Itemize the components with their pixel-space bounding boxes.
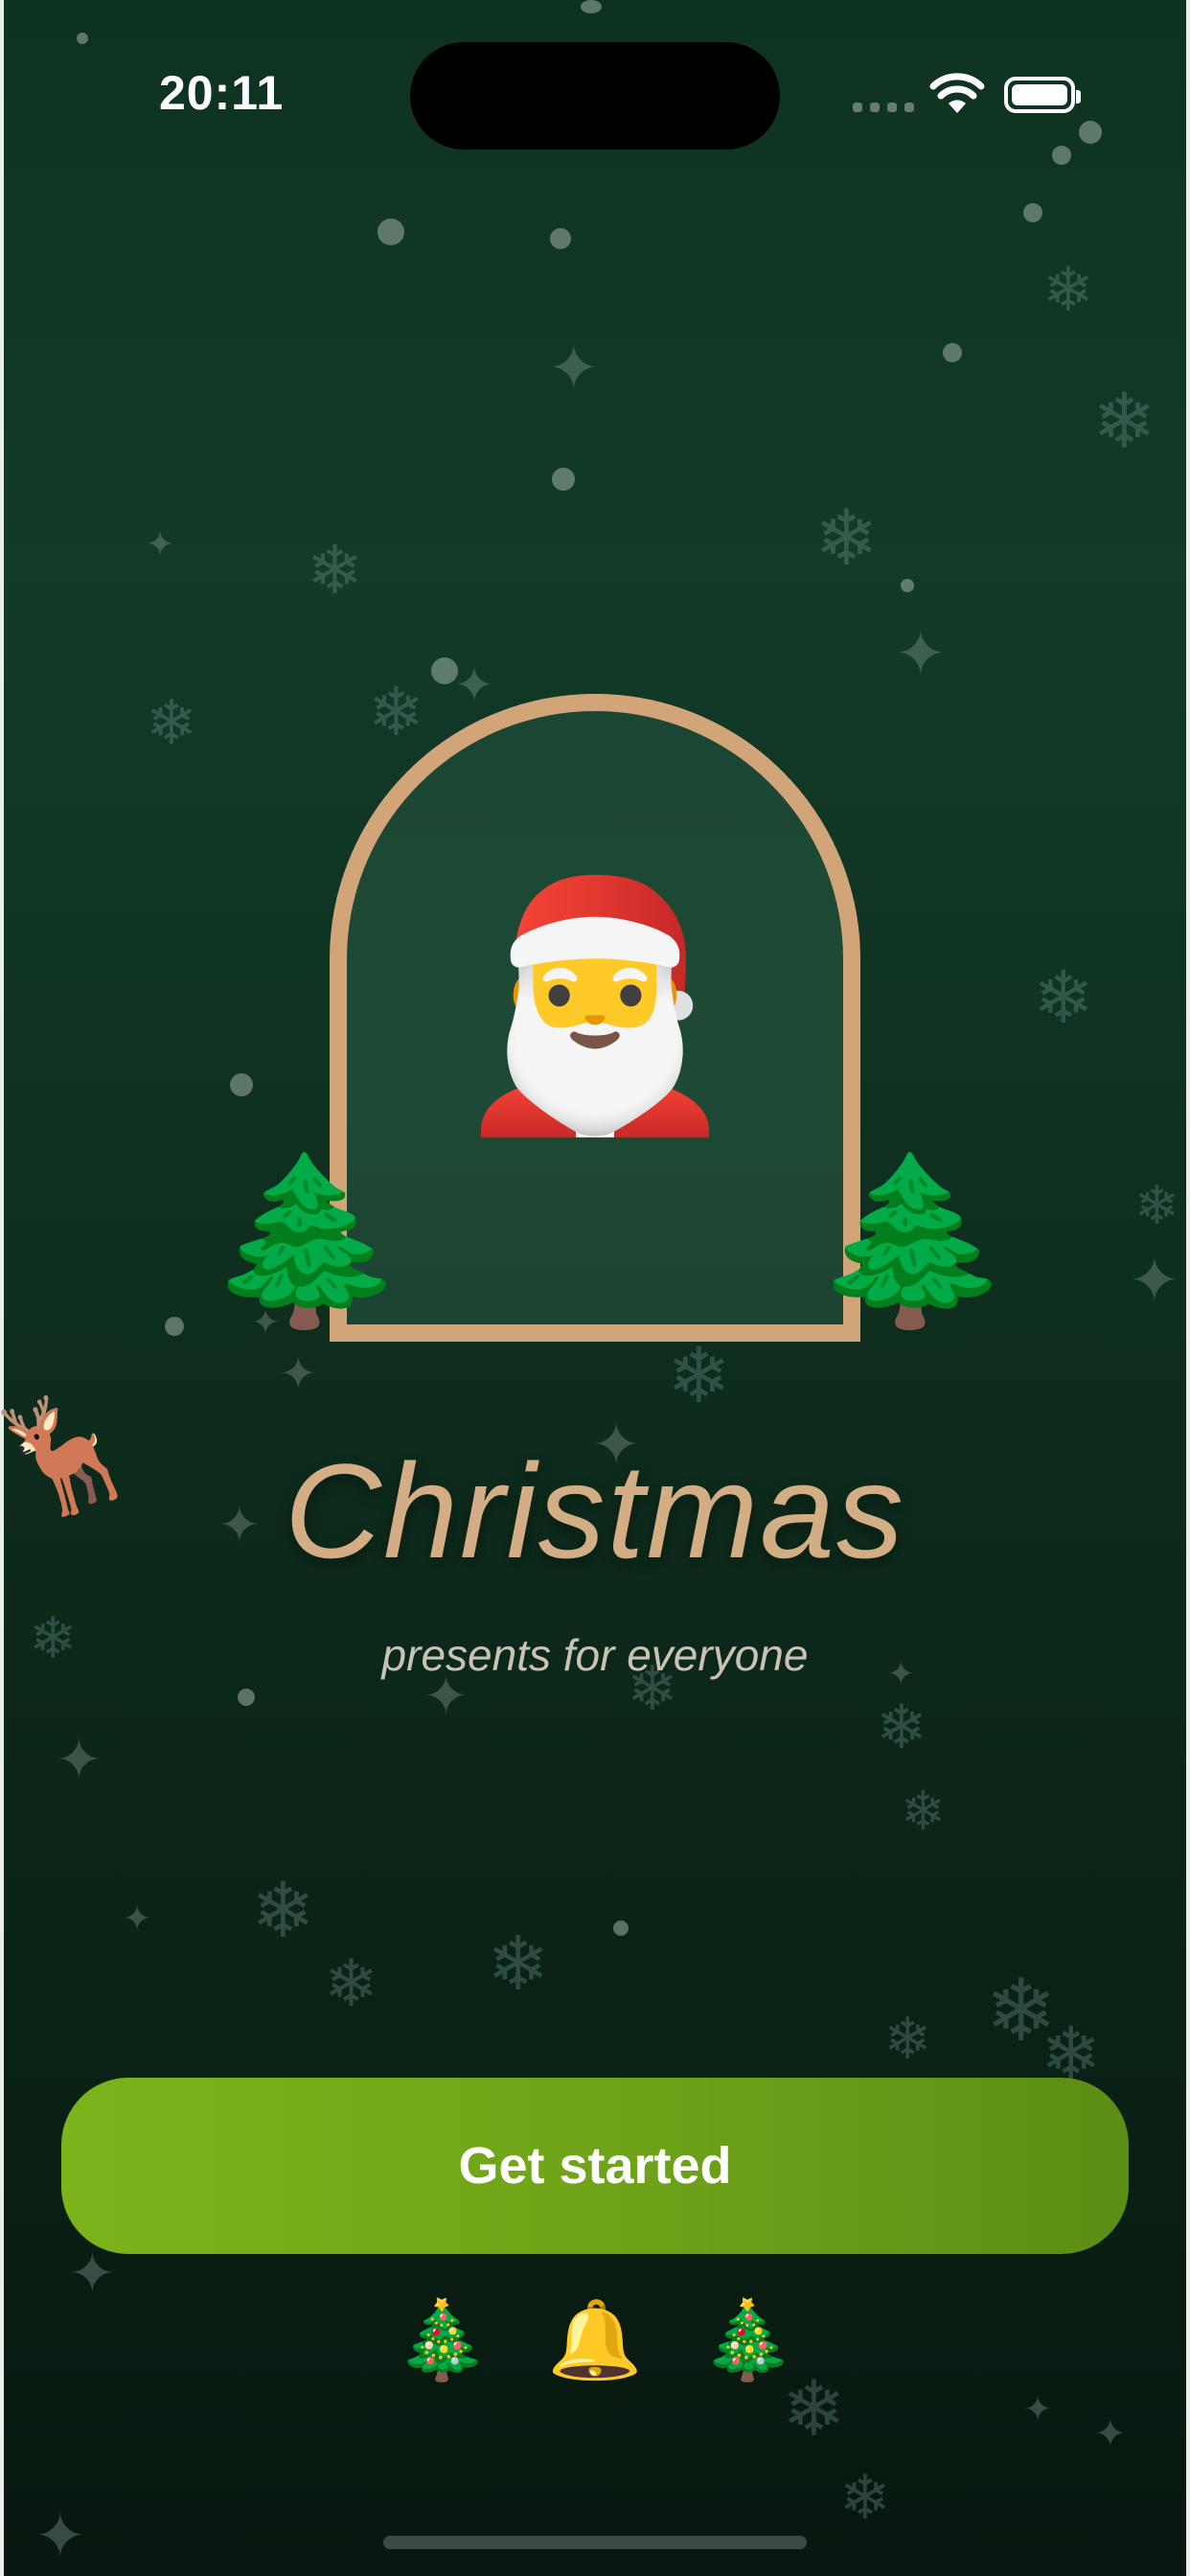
bell-icon: 🔔	[547, 2295, 643, 2384]
santa-emoji: 🎅	[446, 865, 744, 1144]
home-indicator[interactable]	[383, 2536, 807, 2549]
wifi-icon	[929, 73, 985, 113]
page-title: Christmas	[284, 1436, 906, 1586]
tree-right-emoji: 🌲	[811, 1146, 1014, 1336]
christmas-tree-icon: 🎄	[394, 2295, 491, 2384]
battery-icon	[1004, 77, 1081, 113]
christmas-tree-icon: 🎄	[699, 2295, 796, 2384]
right-edge	[1186, 0, 1190, 2576]
onboarding-screen: 20:11 ❄ ❄ ❄ ❄ ❄ ❄ ❄ ❄ ❄ ❄ ❄ ❄ ❄ ❄ ❄ ❄ ❄ …	[0, 0, 1190, 2576]
cellular-signal-icon	[853, 103, 914, 112]
dynamic-island	[410, 42, 780, 150]
tree-left-emoji: 🌲	[205, 1146, 408, 1336]
bottom-decoration-icons: 🎄 🔔 🎄	[0, 2302, 1190, 2379]
santa-arch-frame: 🎅	[330, 694, 860, 1342]
page-subtitle: presents for everyone	[381, 1630, 809, 1680]
status-time: 20:11	[159, 66, 285, 120]
left-edge	[0, 0, 4, 2576]
get-started-button[interactable]: Get started	[61, 2078, 1129, 2254]
